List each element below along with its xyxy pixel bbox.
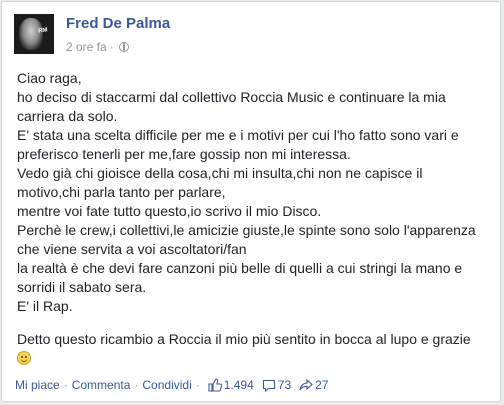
shares-stat[interactable]: 27 [299,378,328,392]
share-link[interactable]: Condividi [142,378,191,392]
line: che viene servita a voi ascoltatori/fan [17,241,247,257]
smile-emoji-icon [17,351,31,365]
action-separator: · [134,378,139,392]
meta-separator: · [109,40,114,54]
action-separator: · [63,378,68,392]
line: motivo,chi parla tanto per parlare, [17,184,226,200]
post-meta: 2 ore fa · [66,40,129,54]
thumbs-up-icon [208,378,222,392]
line: E' il Rap. [17,298,73,314]
line: sorridi il sabato sera. [17,279,147,295]
author-avatar[interactable]: RM [14,14,54,54]
like-link[interactable]: Mi piace [15,378,60,392]
line: Vedo già chi gioisce della cosa,chi mi i… [17,165,423,181]
paragraph-2: Detto questo ricambio a Roccia il mio pi… [17,330,495,368]
post-timestamp[interactable]: 2 ore fa [66,40,107,54]
post-message: Ciao raga, ho deciso di staccarmi dal co… [17,69,495,368]
line: Detto questo ricambio a Roccia il mio pi… [17,331,471,347]
line: carriera da solo. [17,108,118,124]
line: Perchè le crew,i collettivi,le amicizie … [17,222,476,238]
share-arrow-icon [299,379,313,391]
action-separator: · [195,378,200,392]
comments-count: 73 [277,378,292,392]
comments-stat[interactable]: 73 [262,378,291,392]
comment-bubble-icon [262,379,275,392]
line: la realtà è che devi fare canzoni più be… [17,260,463,276]
comment-link[interactable]: Commenta [72,378,131,392]
globe-icon[interactable] [118,42,129,52]
facebook-post-card: RM Fred De Palma 2 ore fa · Ciao raga, h… [1,1,501,402]
avatar-logo: RM [37,27,49,35]
author-name-link[interactable]: Fred De Palma [66,15,170,32]
shares-count: 27 [315,378,329,392]
line: mentre voi fate tutto questo,io scrivo i… [17,203,322,219]
line: E' stata una scelta difficile per me e i… [17,127,459,143]
likes-count: 1.494 [223,378,254,392]
line: preferisco tenerli per me,fare gossip no… [17,146,351,162]
line: ho deciso di staccarmi dal collettivo Ro… [17,89,446,105]
paragraph-1: Ciao raga, ho deciso di staccarmi dal co… [17,69,495,316]
post-actions: Mi piace · Commenta · Condividi · 1.494 … [15,378,328,392]
line: Ciao raga, [17,70,82,86]
likes-stat[interactable]: 1.494 [208,378,254,392]
